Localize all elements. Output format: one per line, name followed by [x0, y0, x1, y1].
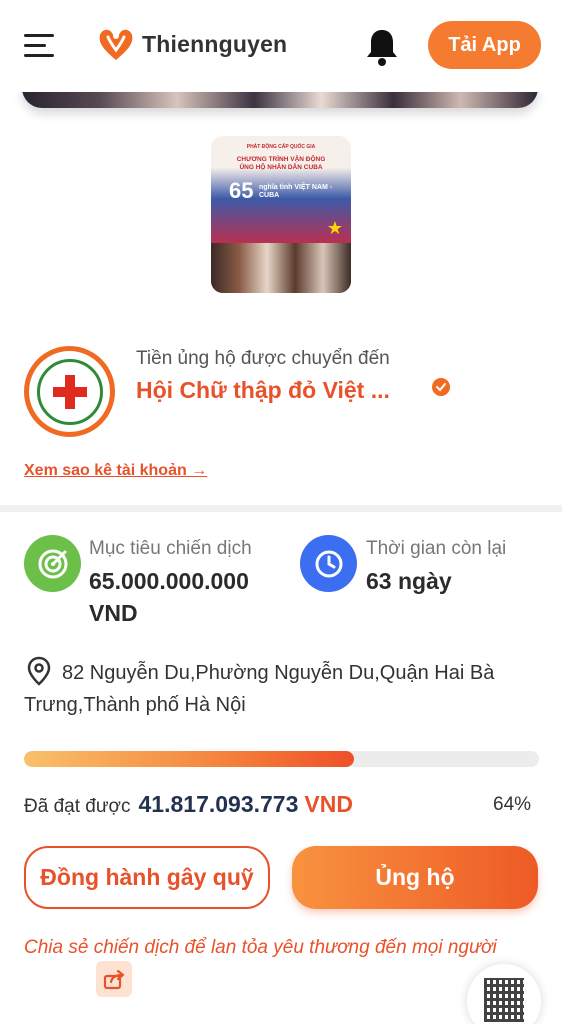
co-fundraise-button[interactable]: Đồng hành gây quỹ: [24, 846, 270, 909]
progress-fill: [24, 751, 354, 767]
share-prompt: Chia sẻ chiến dịch để lan tỏa yêu thương…: [24, 937, 497, 958]
poster-number: 65: [229, 178, 254, 203]
goal-label: Mục tiêu chiến dịch: [89, 538, 252, 559]
goal-unit: VND: [89, 600, 138, 626]
poster-photo: [211, 243, 351, 293]
clock-icon: [300, 535, 357, 592]
star-icon: ★: [326, 218, 343, 238]
poster-subtitle: nghĩa tình VIỆT NAM - CUBA: [259, 184, 333, 199]
qr-code-icon: [484, 978, 524, 1022]
share-icon[interactable]: [96, 961, 132, 997]
raised-unit: VND: [304, 791, 353, 817]
poster-top-line: PHÁT ĐỘNG CẤP QUỐC GIA: [246, 144, 316, 150]
goal-value: 65.000.000.000 VND: [89, 565, 249, 629]
raised-label: Đã đạt được: [24, 796, 131, 817]
red-cross-emblem: [36, 358, 103, 425]
verified-check-icon: [432, 378, 450, 396]
heart-hands-icon: [99, 29, 133, 60]
time-remaining-label: Thời gian còn lại: [366, 538, 507, 559]
poster-title-line1: CHƯƠNG TRÌNH VẬN ĐỘNG: [236, 156, 326, 163]
raised-amount: 41.817.093.773: [138, 791, 299, 817]
poster-title-line2: ỦNG HỘ NHÂN DÂN CUBA: [239, 164, 323, 171]
progress-percent: 64%: [493, 794, 532, 815]
campaign-address: 82 Nguyễn Du,Phường Nguyễn Du,Quận Hai B…: [24, 662, 495, 716]
menu-icon[interactable]: [24, 34, 54, 58]
goal-amount: 65.000.000.000: [89, 568, 249, 594]
raised-summary: Đã đạt được 41.817.093.773 VND: [24, 791, 353, 818]
recipient-label: Tiền ủng hộ được chuyển đến: [136, 348, 390, 369]
qr-code-button[interactable]: [467, 964, 541, 1024]
recipient-name-link[interactable]: Hội Chữ thập đỏ Việt ...: [136, 377, 390, 404]
donate-button[interactable]: Ủng hộ: [292, 846, 538, 909]
section-divider: [0, 505, 562, 512]
funding-progress-bar: [24, 751, 539, 767]
download-app-button[interactable]: Tải App: [428, 21, 541, 69]
notification-bell-icon[interactable]: [365, 27, 399, 67]
poster-title: CHƯƠNG TRÌNH VẬN ĐỘNG ỦNG HỘ NHÂN DÂN CU…: [211, 156, 351, 172]
brand-name: Thiennguyen: [142, 30, 288, 57]
campaign-poster-thumbnail[interactable]: PHÁT ĐỘNG CẤP QUỐC GIA CHƯƠNG TRÌNH VẬN …: [211, 136, 351, 293]
view-statement-link[interactable]: Xem sao kê tài khoản →: [24, 462, 207, 480]
top-nav: Thiennguyen Tải App: [0, 0, 562, 92]
brand-logo[interactable]: Thiennguyen: [96, 24, 287, 64]
red-cross-logo: [24, 346, 115, 437]
target-icon: [24, 535, 81, 592]
time-remaining-value: 63 ngày: [366, 568, 452, 594]
